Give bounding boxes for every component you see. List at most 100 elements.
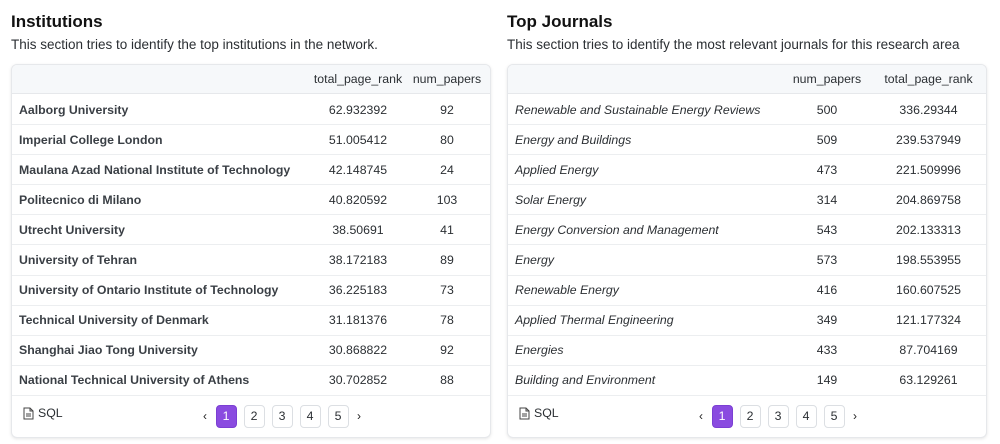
cell-total-page-rank: 160.607525 <box>896 283 961 298</box>
cell-num-papers: 78 <box>440 313 454 328</box>
table-row[interactable]: Solar Energy 314 204.869758 <box>508 185 986 216</box>
row-name: Imperial College London <box>19 132 163 147</box>
chevron-right-icon[interactable]: › <box>848 404 862 428</box>
row-name: University of Ontario Institute of Techn… <box>19 283 279 298</box>
cell-num-papers: 41 <box>440 222 454 237</box>
cell-num-papers: 92 <box>440 102 454 117</box>
row-name: Energies <box>515 343 564 358</box>
cell-total-page-rank: 38.172183 <box>328 253 388 267</box>
row-name: Renewable Energy <box>515 283 619 298</box>
pagination: ‹ 1 2 3 4 5 › <box>694 404 862 428</box>
table-row[interactable]: Renewable and Sustainable Energy Reviews… <box>508 95 986 125</box>
chevron-left-icon[interactable]: ‹ <box>198 404 212 428</box>
cell-total-page-rank: 239.537949 <box>896 132 961 147</box>
page-button-5[interactable]: 5 <box>327 404 349 428</box>
cell-total-page-rank: 30.868822 <box>328 343 388 358</box>
cell-total-page-rank: 31.181376 <box>328 313 388 328</box>
cell-num-papers: 433 <box>816 343 838 358</box>
cell-total-page-rank: 204.869758 <box>896 192 961 207</box>
sql-button[interactable]: SQL <box>519 406 559 420</box>
cell-num-papers: 509 <box>816 132 838 147</box>
file-icon <box>519 407 530 420</box>
cell-total-page-rank: 63.129261 <box>899 373 958 388</box>
column-header-total-page-rank[interactable]: total_page_rank <box>869 65 986 93</box>
journals-title: Top Journals <box>507 12 613 31</box>
table-row[interactable]: Imperial College London 51.005412 80 <box>12 125 490 156</box>
cell-num-papers: 500 <box>816 102 838 117</box>
row-name: Energy <box>515 253 554 267</box>
cell-num-papers: 103 <box>436 192 458 207</box>
cell-total-page-rank: 38.50691 <box>332 222 384 237</box>
row-name: Energy Conversion and Management <box>515 222 719 237</box>
cell-num-papers: 73 <box>440 283 454 298</box>
cell-total-page-rank: 202.133313 <box>896 222 961 237</box>
table-row[interactable]: Applied Thermal Engineering 349 121.177324 <box>508 306 986 336</box>
table-row[interactable]: Politecnico di Milano 40.820592 103 <box>12 185 490 216</box>
cell-total-page-rank: 62.932392 <box>328 102 388 117</box>
page-button-1[interactable]: 1 <box>711 404 733 428</box>
table-row[interactable]: National Technical University of Athens 3… <box>12 366 490 396</box>
cell-num-papers: 80 <box>440 132 454 147</box>
page-button-3[interactable]: 3 <box>271 404 293 428</box>
chevron-left-icon[interactable]: ‹ <box>694 404 708 428</box>
table-footer: SQL ‹ 1 2 3 4 5 › <box>508 395 986 437</box>
cell-num-papers: 416 <box>816 283 838 298</box>
cell-total-page-rank: 51.005412 <box>328 132 388 147</box>
cell-total-page-rank: 221.509996 <box>896 162 961 177</box>
table-row[interactable]: Aalborg University 62.932392 92 <box>12 95 490 125</box>
table-row[interactable]: Building and Environment 149 63.129261 <box>508 366 986 396</box>
table-row[interactable]: Energy and Buildings 509 239.537949 <box>508 125 986 156</box>
cell-num-papers: 543 <box>816 222 838 237</box>
table-row[interactable]: Maulana Azad National Institute of Techn… <box>12 155 490 186</box>
journals-description: This section tries to identify the most … <box>507 37 960 52</box>
column-header-total-page-rank[interactable]: total_page_rank <box>302 65 414 93</box>
page-button-1[interactable]: 1 <box>215 404 237 428</box>
sql-button[interactable]: SQL <box>23 406 63 420</box>
row-name: Maulana Azad National Institute of Techn… <box>19 162 291 177</box>
cell-num-papers: 89 <box>440 253 454 267</box>
row-name: Applied Thermal Engineering <box>515 313 674 328</box>
table-header: total_page_rank num_papers <box>12 65 490 94</box>
page-button-4[interactable]: 4 <box>299 404 321 428</box>
cell-total-page-rank: 198.553955 <box>896 253 961 267</box>
journals-table: num_papers total_page_rank Renewable and… <box>507 64 987 438</box>
table-row[interactable]: University of Tehran 38.172183 89 <box>12 246 490 276</box>
institutions-section: Institutions This section tries to ident… <box>11 0 491 444</box>
cell-total-page-rank: 336.29344 <box>899 102 958 117</box>
table-row[interactable]: Applied Energy 473 221.509996 <box>508 155 986 186</box>
table-row[interactable]: Shanghai Jiao Tong University 30.868822 92 <box>12 336 490 366</box>
cell-total-page-rank: 87.704169 <box>899 343 958 358</box>
table-row[interactable]: Energies 433 87.704169 <box>508 336 986 366</box>
row-name: Applied Energy <box>515 162 599 177</box>
table-row[interactable]: Energy 573 198.553955 <box>508 246 986 276</box>
column-header-num-papers[interactable]: num_papers <box>785 65 869 93</box>
table-row[interactable]: Technical University of Denmark 31.181376… <box>12 306 490 336</box>
row-name: University of Tehran <box>19 253 137 267</box>
cell-total-page-rank: 30.702852 <box>328 373 388 388</box>
row-name: Politecnico di Milano <box>19 192 142 207</box>
row-name: Energy and Buildings <box>515 132 632 147</box>
table-row[interactable]: University of Ontario Institute of Techn… <box>12 276 490 306</box>
cell-total-page-rank: 42.148745 <box>328 162 388 177</box>
table-footer: SQL ‹ 1 2 3 4 5 › <box>12 395 490 437</box>
row-name: National Technical University of Athens <box>19 373 250 388</box>
chevron-right-icon[interactable]: › <box>352 404 366 428</box>
page-button-3[interactable]: 3 <box>767 404 789 428</box>
table-row[interactable]: Energy Conversion and Management 543 202.1… <box>508 215 986 246</box>
page-button-4[interactable]: 4 <box>795 404 817 428</box>
table-row[interactable]: Renewable Energy 416 160.607525 <box>508 276 986 306</box>
row-name: Utrecht University <box>19 222 125 237</box>
table-header: num_papers total_page_rank <box>508 65 986 94</box>
column-header-num-papers[interactable]: num_papers <box>410 65 484 93</box>
pagination: ‹ 1 2 3 4 5 › <box>198 404 366 428</box>
page-button-2[interactable]: 2 <box>739 404 761 428</box>
cell-num-papers: 149 <box>816 373 838 388</box>
cell-num-papers: 24 <box>440 162 454 177</box>
cell-num-papers: 473 <box>816 162 838 177</box>
cell-num-papers: 314 <box>816 192 838 207</box>
page-button-2[interactable]: 2 <box>243 404 265 428</box>
page-button-5[interactable]: 5 <box>823 404 845 428</box>
row-name: Aalborg University <box>19 102 129 117</box>
table-row[interactable]: Utrecht University 38.50691 41 <box>12 215 490 246</box>
institutions-title: Institutions <box>11 12 103 31</box>
